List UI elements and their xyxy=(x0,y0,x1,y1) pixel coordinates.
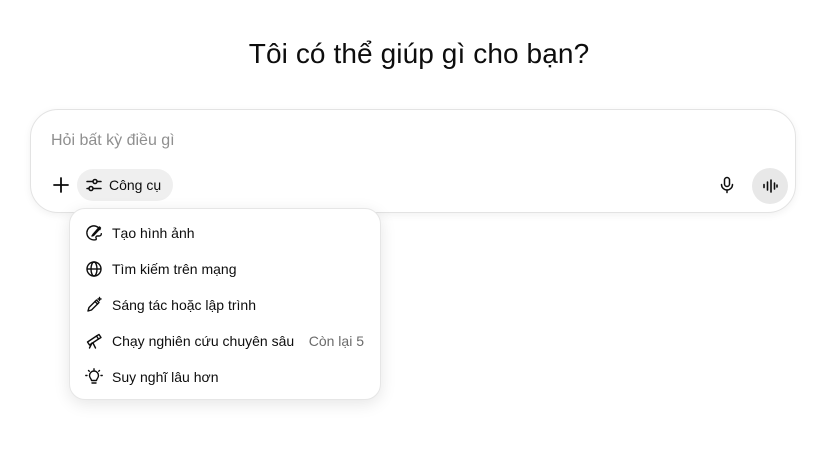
microphone-icon xyxy=(718,176,736,194)
pen-sparkle-icon xyxy=(84,295,104,315)
tools-button-label: Công cụ xyxy=(109,177,162,193)
remaining-count-badge: Còn lại 5 xyxy=(308,333,364,349)
image-brush-icon xyxy=(84,223,104,243)
menu-item-write-or-code[interactable]: Sáng tác hoặc lập trình xyxy=(70,287,380,323)
menu-item-create-image[interactable]: Tạo hình ảnh xyxy=(70,215,380,251)
voice-mode-button[interactable] xyxy=(752,168,788,204)
page: Tôi có thể giúp gì cho bạn? Công cụ xyxy=(0,0,838,449)
menu-item-label: Chạy nghiên cứu chuyên sâu xyxy=(112,333,295,349)
globe-icon xyxy=(84,259,104,279)
lightbulb-icon xyxy=(84,367,104,387)
prompt-input[interactable] xyxy=(51,128,691,154)
dictate-button[interactable] xyxy=(711,169,743,201)
menu-item-web-search[interactable]: Tìm kiếm trên mạng xyxy=(70,251,380,287)
menu-item-label: Sáng tác hoặc lập trình xyxy=(112,297,256,313)
menu-item-label: Suy nghĩ lâu hơn xyxy=(112,369,219,385)
prompt-composer: Công cụ xyxy=(30,109,796,213)
tools-button[interactable]: Công cụ xyxy=(77,169,174,201)
add-attachment-button[interactable] xyxy=(45,169,77,201)
telescope-icon xyxy=(84,331,104,351)
plus-icon xyxy=(52,176,70,194)
tools-menu: Tạo hình ảnh Tìm kiếm trên mạng Sáng tác… xyxy=(69,208,381,400)
menu-item-deep-research[interactable]: Chạy nghiên cứu chuyên sâu Còn lại 5 xyxy=(70,323,380,359)
sliders-icon xyxy=(85,176,103,194)
page-title: Tôi có thể giúp gì cho bạn? xyxy=(248,38,590,69)
menu-item-think-longer[interactable]: Suy nghĩ lâu hơn xyxy=(70,359,380,395)
menu-item-label: Tạo hình ảnh xyxy=(112,225,195,241)
menu-item-label: Tìm kiếm trên mạng xyxy=(112,261,237,277)
waveform-icon xyxy=(761,177,779,195)
